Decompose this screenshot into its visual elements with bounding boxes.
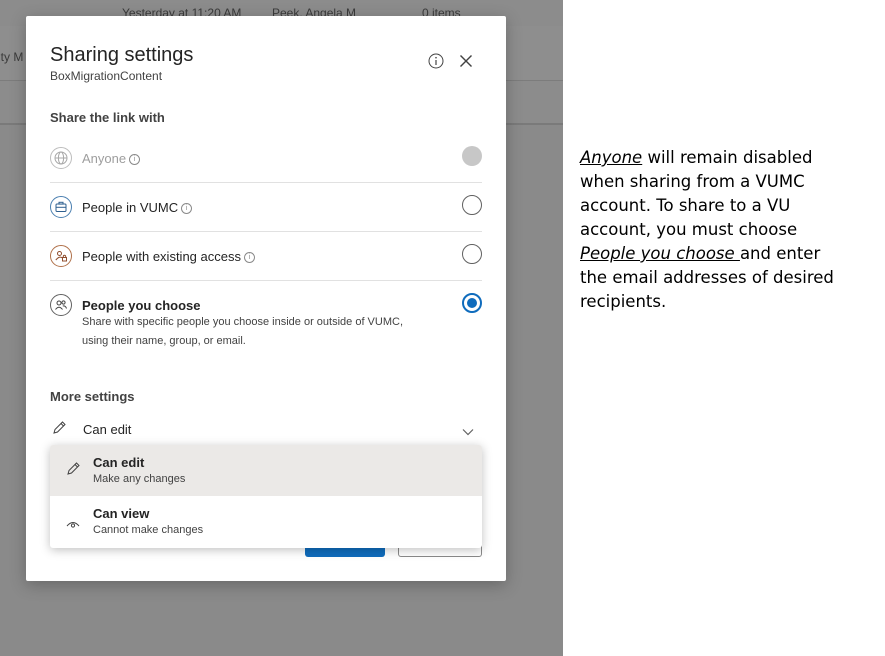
info-small-icon: i xyxy=(129,154,141,166)
dialog-subtitle: BoxMigrationContent xyxy=(50,69,163,83)
pencil-icon xyxy=(52,420,67,440)
instruction-note: Anyone will remain disabled when sharing… xyxy=(580,146,850,314)
menu-item-can-view-label: Can view xyxy=(93,506,150,521)
pencil-icon xyxy=(66,461,81,481)
row-name-fragment: ity M xyxy=(0,50,24,64)
option-people-you-choose-description: Share with specific people you choose in… xyxy=(82,316,404,347)
people-icon xyxy=(50,294,72,316)
radio-anyone xyxy=(462,146,482,166)
radio-people-in-vumc[interactable] xyxy=(462,195,482,215)
menu-item-can-edit-label: Can edit xyxy=(93,455,145,470)
menu-item-can-view[interactable]: Can view Cannot make changes xyxy=(50,496,482,547)
info-small-icon: i xyxy=(181,203,193,215)
option-anyone[interactable]: Anyone i xyxy=(50,142,482,183)
info-small-icon: i xyxy=(243,252,255,264)
option-existing-label-wrap: People with existing access i xyxy=(82,249,255,264)
option-people-you-choose-label: People you choose xyxy=(82,298,201,313)
permission-menu: Can edit Make any changes Can view Canno… xyxy=(50,445,482,548)
note-anyone: Anyone xyxy=(580,148,643,167)
chevron-down-icon[interactable] xyxy=(462,423,474,441)
option-people-you-choose[interactable]: People you choose Share with specific pe… xyxy=(50,280,482,355)
option-anyone-label-wrap: Anyone i xyxy=(82,151,141,166)
option-people-in-vumc[interactable]: People in VUMC i xyxy=(50,182,482,232)
menu-item-can-edit-desc: Make any changes xyxy=(93,473,186,485)
globe-icon xyxy=(50,147,72,169)
note-people-you-choose: People you choose xyxy=(580,244,740,263)
menu-item-can-edit[interactable]: Can edit Make any changes xyxy=(50,445,482,496)
permission-value: Can edit xyxy=(83,422,132,437)
radio-people-you-choose[interactable] xyxy=(462,293,482,313)
permission-dropdown[interactable]: Can edit xyxy=(50,417,482,441)
share-link-heading: Share the link with xyxy=(50,110,165,125)
close-icon[interactable] xyxy=(456,51,476,71)
option-existing-label: People with existing access xyxy=(82,249,241,264)
menu-item-can-view-desc: Cannot make changes xyxy=(93,524,204,536)
option-anyone-label: Anyone xyxy=(82,151,127,166)
people-lock-icon xyxy=(50,245,72,267)
option-vumc-label-wrap: People in VUMC i xyxy=(82,200,193,215)
option-existing-access[interactable]: People with existing access i xyxy=(50,231,482,281)
option-vumc-label: People in VUMC xyxy=(82,200,179,215)
radio-existing-access[interactable] xyxy=(462,244,482,264)
info-icon[interactable] xyxy=(426,51,446,71)
dialog-title: Sharing settings xyxy=(50,44,194,66)
eye-icon xyxy=(66,516,80,534)
briefcase-icon xyxy=(50,196,72,218)
more-settings-heading: More settings xyxy=(50,389,135,404)
